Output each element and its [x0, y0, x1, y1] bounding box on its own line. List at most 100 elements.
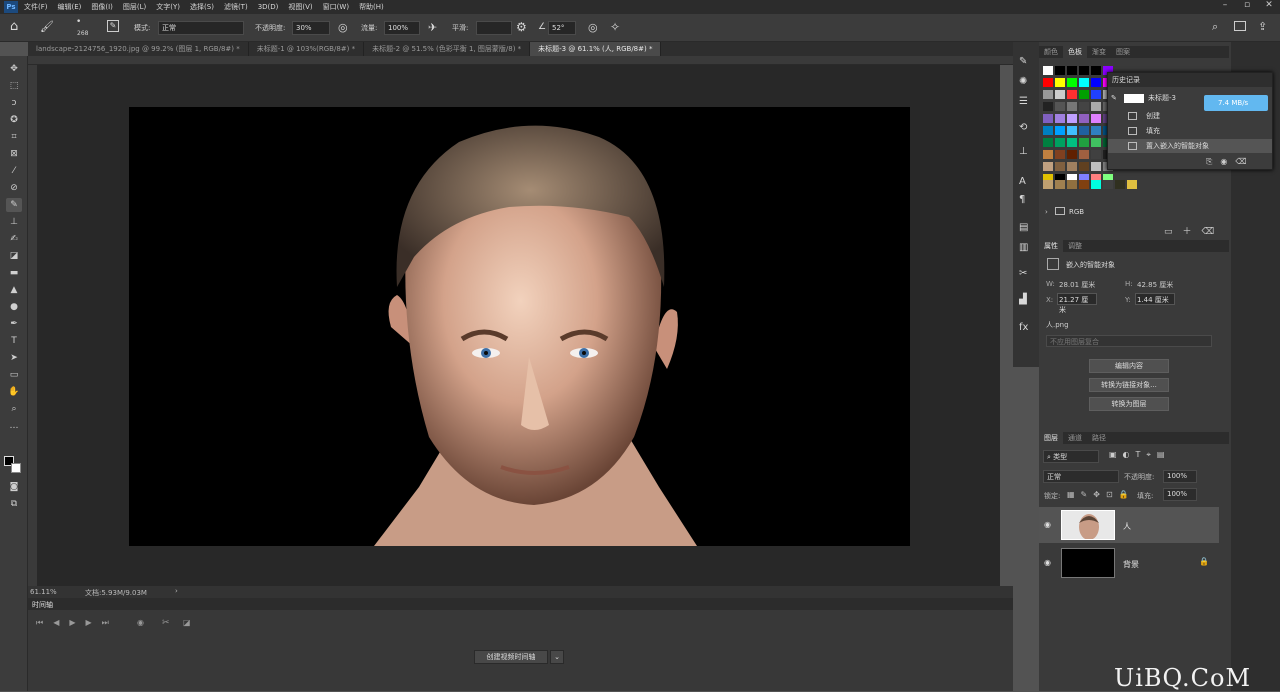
menu-view[interactable]: 视图(V) — [288, 2, 312, 12]
color-swatch[interactable] — [1067, 102, 1077, 111]
more-tools-icon[interactable]: … — [6, 419, 22, 433]
search-icon[interactable]: ⌕ — [1212, 20, 1218, 34]
history-icon[interactable]: ⟲ — [1019, 122, 1027, 133]
color-swatch[interactable] — [1043, 78, 1053, 87]
menu-filter[interactable]: 滤镜(T) — [224, 2, 248, 12]
layer-blend-select[interactable]: 正常 — [1043, 470, 1119, 483]
paragraph-icon[interactable]: ¶ — [1019, 194, 1025, 205]
healing-tool-icon[interactable]: ⊘ — [6, 181, 22, 195]
minimize-icon[interactable]: – — [1214, 0, 1236, 10]
color-swatch[interactable] — [1055, 126, 1065, 135]
color-swatch[interactable] — [1079, 180, 1089, 189]
color-swatch[interactable] — [1079, 150, 1089, 159]
adjustments-icon[interactable]: ☰ — [1019, 96, 1028, 107]
zoom-level[interactable]: 61.11% — [30, 588, 57, 596]
color-swatch[interactable] — [1067, 90, 1077, 99]
color-swatch[interactable] — [1091, 90, 1101, 99]
history-actions-icon[interactable]: ⎘◉⌫ — [1206, 157, 1255, 167]
tab-swatches[interactable]: 色板 — [1063, 46, 1087, 58]
history-item[interactable]: 置入嵌入的智能对象 — [1146, 139, 1209, 153]
color-swatch[interactable] — [1091, 138, 1101, 147]
color-swatch[interactable] — [1103, 180, 1113, 189]
color-swatch[interactable] — [1067, 138, 1077, 147]
marquee-tool-icon[interactable]: ⬚ — [6, 79, 22, 93]
fill-input[interactable]: 100% — [1163, 488, 1197, 501]
crop-tool-icon[interactable]: ⌗ — [6, 130, 22, 144]
color-swatch[interactable] — [1091, 180, 1101, 189]
color-swatch[interactable] — [1055, 180, 1065, 189]
height-value[interactable]: 42.85 厘米 — [1137, 280, 1173, 290]
menu-layer[interactable]: 图层(L) — [123, 2, 146, 12]
pen-tool-icon[interactable]: ✒ — [6, 317, 22, 331]
layer-filter-select[interactable]: ⌕ 类型 — [1043, 450, 1099, 463]
quick-select-tool-icon[interactable]: ✪ — [6, 113, 22, 127]
color-swatch[interactable] — [1043, 126, 1053, 135]
layer-row[interactable]: ◉ 人 — [1039, 507, 1219, 543]
lock-icons[interactable]: ▦✎✥⊡🔒 — [1067, 490, 1135, 499]
color-swatch[interactable] — [1055, 162, 1065, 171]
color-swatch[interactable] — [1055, 66, 1065, 75]
tab-paths[interactable]: 路径 — [1087, 432, 1111, 444]
layer-filter-icons[interactable]: ▣◐T⌖▤ — [1109, 450, 1171, 460]
menu-image[interactable]: 图像(I) — [91, 2, 113, 12]
color-swatch[interactable] — [1079, 126, 1089, 135]
workspace-icon[interactable] — [1234, 21, 1246, 31]
path-select-tool-icon[interactable]: ➤ — [6, 351, 22, 365]
zoom-tool-icon[interactable]: ⌕ — [6, 402, 22, 416]
tab-landscape[interactable]: landscape-2124756_1920.jpg @ 99.2% (图层 1… — [28, 42, 249, 56]
color-swatch[interactable] — [1067, 162, 1077, 171]
angle-input[interactable]: 52° — [548, 21, 576, 35]
color-swatch[interactable] — [1091, 102, 1101, 111]
histogram-icon[interactable]: ▟ — [1019, 294, 1027, 305]
airbrush-icon[interactable]: ✈ — [428, 21, 437, 34]
info-icon[interactable]: ▤ — [1019, 222, 1028, 233]
shape-tool-icon[interactable]: ▭ — [6, 368, 22, 382]
tab-properties[interactable]: 属性 — [1039, 240, 1063, 252]
blend-mode-select[interactable]: 正常 — [158, 21, 244, 35]
swatch-actions-icon[interactable]: ▭＋⌫ — [1164, 224, 1224, 237]
symmetry-icon[interactable]: ✧ — [610, 20, 620, 34]
history-brush-icon[interactable]: ✎ — [1111, 91, 1117, 105]
frame-tool-icon[interactable]: ⊠ — [6, 147, 22, 161]
x-input[interactable]: 21.27 厘米 — [1057, 293, 1097, 314]
color-swatch[interactable] — [1043, 66, 1053, 75]
color-swatch[interactable] — [1079, 162, 1089, 171]
convert-to-linked-button[interactable]: 转换为链接对象... — [1089, 378, 1169, 392]
hand-tool-icon[interactable]: ✋ — [6, 385, 22, 399]
visibility-eye-icon[interactable]: ◉ — [1044, 558, 1051, 567]
width-value[interactable]: 28.01 厘米 — [1059, 280, 1095, 290]
color-swatch[interactable] — [1091, 150, 1101, 159]
notes-icon[interactable]: ▥ — [1019, 242, 1028, 253]
brush-tool-icon[interactable]: ✎ — [6, 198, 22, 212]
tab-channels[interactable]: 通道 — [1063, 432, 1087, 444]
gradient-tool-icon[interactable]: ▬ — [6, 266, 22, 280]
color-swatch[interactable] — [1055, 138, 1065, 147]
brush-preset-icon[interactable]: 🖌 — [40, 20, 54, 33]
brush-panel-icon[interactable]: ✎ — [107, 20, 119, 32]
color-swatch[interactable] — [1043, 138, 1053, 147]
share-icon[interactable]: ⇪ — [1258, 20, 1267, 33]
menu-type[interactable]: 文字(Y) — [156, 2, 180, 12]
color-swatch[interactable] — [1115, 180, 1125, 189]
color-swatch[interactable] — [1091, 78, 1101, 87]
pressure-size-icon[interactable]: ◎ — [588, 21, 598, 34]
split-icon[interactable]: ✂ — [162, 618, 170, 628]
color-swatch[interactable] — [1067, 78, 1077, 87]
clone-source-icon[interactable]: ⊥ — [1019, 146, 1028, 157]
tab-adjustments[interactable]: 调整 — [1063, 240, 1087, 252]
menu-3d[interactable]: 3D(D) — [258, 3, 279, 11]
color-swatch[interactable] — [1079, 66, 1089, 75]
color-swatch[interactable] — [1091, 162, 1101, 171]
layer-name[interactable]: 人 — [1123, 521, 1131, 532]
color-swatch[interactable] — [1067, 180, 1077, 189]
tab-patterns[interactable]: 图案 — [1111, 46, 1135, 58]
tab-layers[interactable]: 图层 — [1039, 432, 1063, 444]
tab-gradients[interactable]: 渐变 — [1087, 46, 1111, 58]
audio-icon[interactable]: ◉ — [137, 618, 144, 627]
color-swatch[interactable] — [1067, 66, 1077, 75]
color-swatch[interactable] — [1043, 180, 1053, 189]
color-swatch[interactable] — [1043, 162, 1053, 171]
brush-size-icon[interactable]: • — [76, 17, 81, 27]
background-color[interactable] — [11, 463, 21, 473]
status-menu-chevron-icon[interactable]: › — [175, 587, 178, 595]
